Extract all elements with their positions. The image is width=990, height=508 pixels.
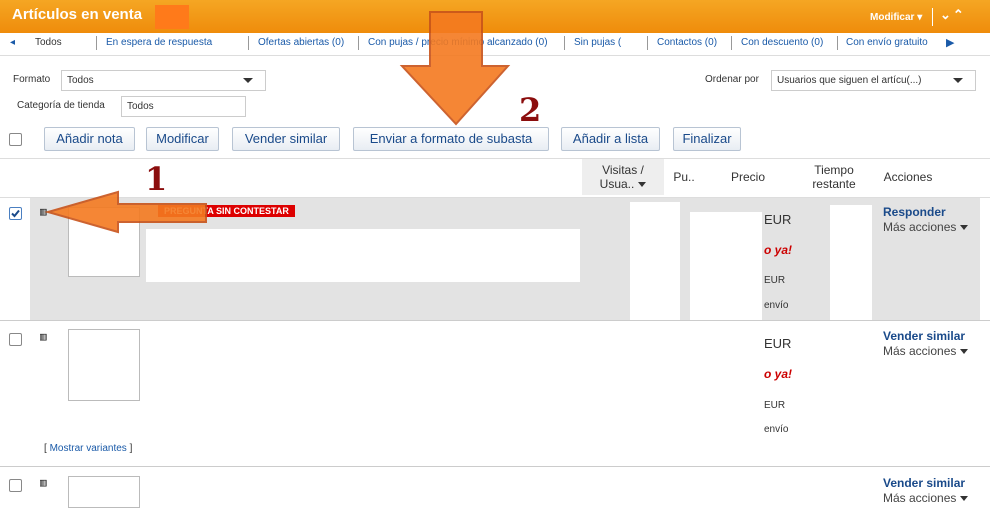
divider (248, 36, 249, 50)
checkmark-icon (11, 209, 20, 218)
chevron-down-icon: ▾ (917, 12, 923, 23)
category-input[interactable]: Todos (121, 96, 246, 117)
chevron-down-icon (953, 78, 963, 83)
divider (96, 36, 97, 50)
tab-todos[interactable]: Todos (35, 37, 65, 48)
item-price-secondary: EUR (764, 400, 786, 411)
column-price[interactable]: Precio (725, 170, 771, 184)
header-bar: Artículos en venta Modificar ▾ ⌄⌃ (0, 0, 990, 33)
category-value: Todos (127, 101, 154, 112)
modify-menu-label: Modificar (870, 12, 915, 23)
tab-no-bids[interactable]: Sin pujas ( (574, 37, 626, 48)
sort-label: Ordenar por (705, 74, 759, 85)
show-variants: [ Mostrar variantes ] (44, 443, 132, 454)
chevron-down-icon (960, 349, 969, 355)
tab-awaiting-reply[interactable]: En espera de respuesta (106, 37, 242, 48)
redacted-time (830, 467, 872, 499)
barcode-icon: ▥ (40, 476, 47, 489)
step-2-label: 2 (519, 91, 542, 129)
add-note-button[interactable]: Añadir nota (44, 127, 135, 151)
column-time-label: Tiempo (814, 163, 854, 177)
filter-tabs: ◂ Todos En espera de respuesta Ofertas a… (0, 33, 990, 56)
finish-button[interactable]: Finalizar (673, 127, 741, 151)
row-checkbox[interactable] (9, 479, 22, 492)
more-actions-menu[interactable]: Más acciones (883, 344, 969, 358)
barcode-icon: ▥ (40, 330, 47, 343)
buy-now-label: o ya! (764, 367, 793, 381)
respond-link[interactable]: Responder (883, 205, 946, 219)
column-time-label-2: restante (812, 177, 856, 191)
title-highlight (155, 5, 189, 29)
redacted-time (830, 205, 872, 320)
divider (932, 8, 933, 26)
status-badge: PREGUNTA SIN CONTESTAR (158, 205, 295, 217)
step-1-label: 1 (145, 160, 168, 198)
item-title-area[interactable] (146, 229, 580, 282)
shipping-label: envío (764, 424, 789, 435)
format-label: Formato (13, 74, 51, 85)
column-pu[interactable]: Pu.. (670, 170, 698, 184)
sell-similar-button[interactable]: Vender similar (232, 127, 340, 151)
column-time-remaining[interactable]: Tiempo restante (805, 163, 863, 191)
chevron-down-icon (243, 78, 253, 83)
sort-desc-icon (638, 182, 647, 188)
divider (731, 36, 732, 50)
tab-contacts[interactable]: Contactos (0) (657, 37, 727, 48)
more-actions-label: Más acciones (883, 344, 957, 358)
page-title: Artículos en venta (12, 6, 143, 23)
column-actions: Acciones (883, 170, 933, 184)
tab-with-bids[interactable]: Con pujas / precio mínimo alcanzado (0) (368, 37, 558, 48)
select-all-checkbox[interactable] (9, 133, 22, 146)
sell-similar-link[interactable]: Vender similar (883, 476, 965, 490)
column-visits-label-2: Usua.. (599, 177, 635, 191)
redacted-pu (690, 212, 762, 320)
format-select[interactable]: Todos (61, 70, 266, 91)
add-to-list-button[interactable]: Añadir a lista (561, 127, 660, 151)
tabs-prev-icon[interactable]: ◂ (10, 37, 15, 48)
more-actions-menu[interactable]: Más acciones (883, 491, 969, 505)
category-label: Categoría de tienda (17, 100, 105, 111)
sort-value: Usuarios que siguen el artícu(...) (777, 75, 922, 86)
row-checkbox[interactable] (9, 207, 22, 220)
collapse-expand-icon[interactable]: ⌄⌃ (940, 7, 966, 23)
modify-button[interactable]: Modificar (146, 127, 219, 151)
item-price: EUR (764, 336, 792, 351)
tab-open-offers[interactable]: Ofertas abiertas (0) (258, 37, 352, 48)
shipping-label: envío (764, 300, 789, 311)
send-to-auction-button[interactable]: Enviar a formato de subasta (353, 127, 549, 151)
show-variants-link[interactable]: Mostrar variantes (50, 443, 127, 454)
sell-similar-link[interactable]: Vender similar (883, 329, 965, 343)
tab-free-shipping[interactable]: Con envío gratuito (846, 37, 936, 48)
item-thumbnail[interactable] (68, 329, 140, 401)
format-value: Todos (67, 75, 94, 86)
barcode-icon: ▥ (40, 205, 47, 218)
column-visits-label: Visitas / (602, 163, 644, 177)
modify-menu[interactable]: Modificar ▾ (870, 12, 922, 23)
bracket: [ (44, 443, 47, 454)
column-visits[interactable]: Visitas / Usua.. (596, 163, 650, 191)
tab-discount[interactable]: Con descuento (0) (741, 37, 831, 48)
item-thumbnail[interactable] (68, 207, 140, 277)
divider (358, 36, 359, 50)
bracket: ] (129, 443, 133, 454)
more-actions-label: Más acciones (883, 491, 957, 505)
divider (647, 36, 648, 50)
divider (837, 36, 838, 50)
sort-select[interactable]: Usuarios que siguen el artícu(...) (771, 70, 976, 91)
more-actions-menu[interactable]: Más acciones (883, 220, 969, 234)
buy-now-label: o ya! (764, 243, 793, 257)
redacted-visits (630, 202, 680, 320)
redacted-time (830, 321, 872, 466)
row-checkbox[interactable] (9, 333, 22, 346)
chevron-down-icon (960, 225, 969, 231)
tabs-next-icon[interactable]: ▶ (946, 36, 954, 49)
item-thumbnail[interactable] (68, 476, 140, 508)
divider (564, 36, 565, 50)
item-price: EUR (764, 212, 792, 227)
item-price-secondary: EUR (764, 275, 786, 286)
more-actions-label: Más acciones (883, 220, 957, 234)
